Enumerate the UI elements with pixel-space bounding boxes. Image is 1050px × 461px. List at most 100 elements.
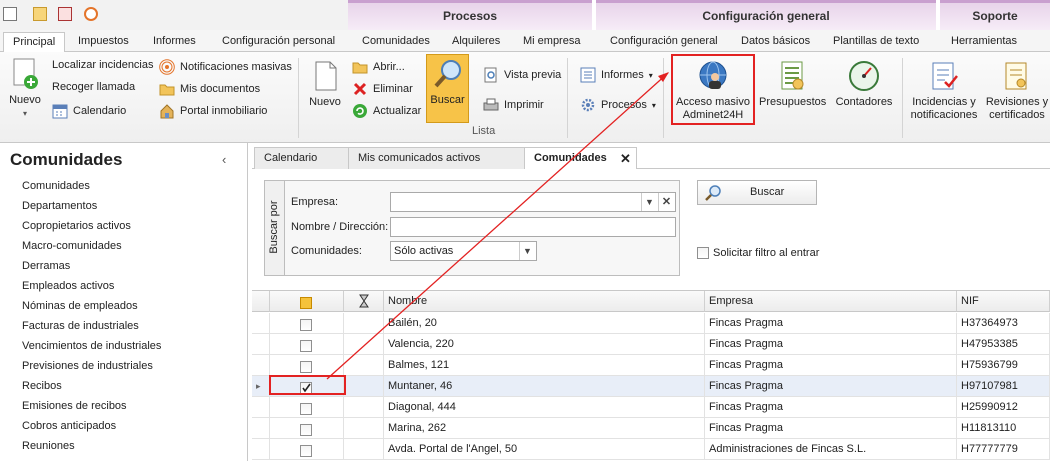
sidebar-item-comunidades[interactable]: Comunidades: [22, 180, 90, 192]
nif-column-header[interactable]: NIF: [957, 291, 1050, 312]
sidebar-item-cobros[interactable]: Cobros anticipados: [22, 420, 116, 432]
tab-principal[interactable]: Principal: [3, 32, 65, 53]
presupuestos-button[interactable]: Presupuestos: [759, 60, 826, 109]
portal-button[interactable]: Portal inmobiliario: [159, 103, 267, 119]
checkbox-icon[interactable]: [300, 402, 312, 415]
actualizar-label: Actualizar: [373, 105, 422, 117]
procesos-dropdown[interactable]: Procesos ▾: [580, 97, 656, 113]
table-row[interactable]: Avda. Portal de l'Angel, 50 Administracio…: [252, 439, 1050, 460]
localizar-button[interactable]: Localizar incidencias: [52, 59, 154, 71]
tab-config-personal[interactable]: Configuración personal: [222, 32, 335, 52]
tab-informes[interactable]: Informes: [153, 32, 196, 52]
sidebar-item-facturas[interactable]: Facturas de industriales: [22, 320, 139, 332]
sidebar-item-derramas[interactable]: Derramas: [22, 260, 70, 272]
sidebar-item-nominas[interactable]: Nóminas de empleados: [22, 300, 138, 312]
table-row[interactable]: Balmes, 121 Fincas Pragma H75936799: [252, 355, 1050, 376]
mis-documentos-button[interactable]: Mis documentos: [159, 81, 260, 97]
nuevo-dropdown-button[interactable]: Nuevo ▾: [6, 58, 44, 120]
empresa-column-header[interactable]: Empresa: [705, 291, 957, 312]
sidebar-item-previsiones[interactable]: Previsiones de industriales: [22, 360, 153, 372]
doc-tab-comunicados[interactable]: Mis comunicados activos: [348, 147, 525, 169]
abrir-button[interactable]: Abrir...: [352, 59, 405, 75]
blank-document-icon: [309, 60, 341, 92]
checkbox-icon[interactable]: [300, 318, 312, 331]
nombre-column-header[interactable]: Nombre: [384, 291, 705, 312]
table-row[interactable]: Bailén, 20 Fincas Pragma H37364973: [252, 313, 1050, 334]
row-checkbox-cell[interactable]: [270, 439, 344, 459]
tab-comunidades[interactable]: Comunidades: [362, 32, 430, 52]
calendario-button[interactable]: Calendario: [52, 103, 126, 119]
status-header[interactable]: [344, 291, 384, 312]
sidebar-item-departamentos[interactable]: Departamentos: [22, 200, 97, 212]
table-row[interactable]: Valencia, 220 Fincas Pragma H47953385: [252, 334, 1050, 355]
checkbox-icon[interactable]: [300, 339, 312, 352]
doc-tab-comunidades[interactable]: Comunidades ✕: [524, 147, 637, 170]
gauge-icon: [848, 60, 880, 92]
collapse-chevron-icon[interactable]: ‹: [222, 152, 226, 167]
close-icon[interactable]: ✕: [620, 148, 631, 169]
select-all-checkbox-icon[interactable]: [300, 297, 312, 310]
checkbox-icon[interactable]: [300, 444, 312, 457]
informes-dropdown[interactable]: Informes ▾: [580, 67, 653, 83]
tab-alquileres[interactable]: Alquileres: [452, 32, 500, 52]
solicitar-filtro-checkbox[interactable]: Solicitar filtro al entrar: [697, 247, 819, 259]
checkbox-icon[interactable]: [697, 247, 709, 259]
tab-config-general[interactable]: Configuración general: [610, 32, 718, 52]
incidents-checklist-icon: [928, 60, 960, 92]
checklist-icon[interactable]: [58, 7, 72, 21]
table-row[interactable]: Diagonal, 444 Fincas Pragma H25990912: [252, 397, 1050, 418]
sidebar-item-reuniones[interactable]: Reuniones: [22, 440, 75, 452]
filter-panel: Buscar por Empresa: ▼ ✕ Nombre / Direcci…: [264, 180, 680, 276]
row-checkbox-cell[interactable]: [270, 334, 344, 354]
contadores-button[interactable]: Contadores: [833, 60, 895, 109]
eliminar-button[interactable]: Eliminar: [352, 81, 413, 97]
tab-datos-basicos[interactable]: Datos básicos: [741, 32, 810, 52]
checkbox-icon[interactable]: [300, 423, 312, 436]
actualizar-button[interactable]: Actualizar: [352, 103, 421, 119]
buscar-button[interactable]: Buscar: [697, 180, 817, 205]
table-row[interactable]: ▸ Muntaner, 46 Fincas Pragma H97107981: [252, 376, 1050, 397]
row-checkbox-cell[interactable]: [270, 355, 344, 375]
row-checkbox-cell[interactable]: [270, 397, 344, 417]
nuevo-label: Nuevo: [309, 96, 341, 108]
nombre-field[interactable]: [390, 217, 676, 237]
sidebar-item-macro-comunidades[interactable]: Macro-comunidades: [22, 240, 122, 252]
sidebar-item-recibos[interactable]: Recibos: [22, 380, 62, 392]
globe-user-icon: [697, 60, 729, 92]
chevron-down-icon: ▾: [651, 100, 656, 110]
tab-plantillas[interactable]: Plantillas de texto: [833, 32, 919, 52]
sidebar-item-emisiones[interactable]: Emisiones de recibos: [22, 400, 127, 412]
app-menu-icon[interactable]: [3, 7, 17, 21]
table-row[interactable]: Marina, 262 Fincas Pragma H11813110: [252, 418, 1050, 439]
row-checkbox-cell[interactable]: [270, 313, 344, 333]
imprimir-button[interactable]: Imprimir: [483, 97, 544, 113]
tab-mi-empresa[interactable]: Mi empresa: [523, 32, 580, 52]
recoger-label: Recoger llamada: [52, 81, 136, 93]
comunidades-select[interactable]: Sólo activas ▼: [390, 241, 537, 261]
select-all-header[interactable]: [270, 291, 344, 312]
rss-icon[interactable]: [84, 7, 98, 21]
acceso-masivo-button[interactable]: Acceso masivo Adminet24H: [671, 54, 755, 125]
incidencias-button[interactable]: Incidencias y notificaciones: [908, 60, 980, 122]
empresa-field[interactable]: ▼ ✕: [390, 192, 676, 212]
row-checkbox-cell[interactable]: [270, 418, 344, 438]
tab-herramientas[interactable]: Herramientas: [951, 32, 1017, 52]
mail-icon[interactable]: [33, 7, 47, 21]
gears-icon: [580, 97, 596, 113]
buscar-ribbon-button[interactable]: Buscar: [426, 54, 469, 123]
chevron-down-icon[interactable]: ▼: [519, 242, 535, 260]
clear-icon[interactable]: ✕: [658, 193, 674, 211]
chevron-down-icon[interactable]: ▼: [641, 193, 657, 211]
notificaciones-button[interactable]: Notificaciones masivas: [159, 59, 292, 75]
vista-previa-button[interactable]: Vista previa: [483, 67, 561, 83]
nuevo-button[interactable]: Nuevo: [305, 60, 345, 109]
sidebar-item-vencimientos[interactable]: Vencimientos de industriales: [22, 340, 161, 352]
nombre-cell: Muntaner, 46: [384, 376, 705, 396]
recoger-button[interactable]: Recoger llamada: [52, 81, 135, 93]
sidebar-item-empleados[interactable]: Empleados activos: [22, 280, 114, 292]
doc-tab-calendario[interactable]: Calendario: [254, 147, 351, 169]
tab-impuestos[interactable]: Impuestos: [78, 32, 129, 52]
sidebar-item-copropietarios[interactable]: Copropietarios activos: [22, 220, 131, 232]
checkbox-icon[interactable]: [300, 360, 312, 373]
revisiones-button[interactable]: Revisiones y certificados: [985, 60, 1049, 122]
